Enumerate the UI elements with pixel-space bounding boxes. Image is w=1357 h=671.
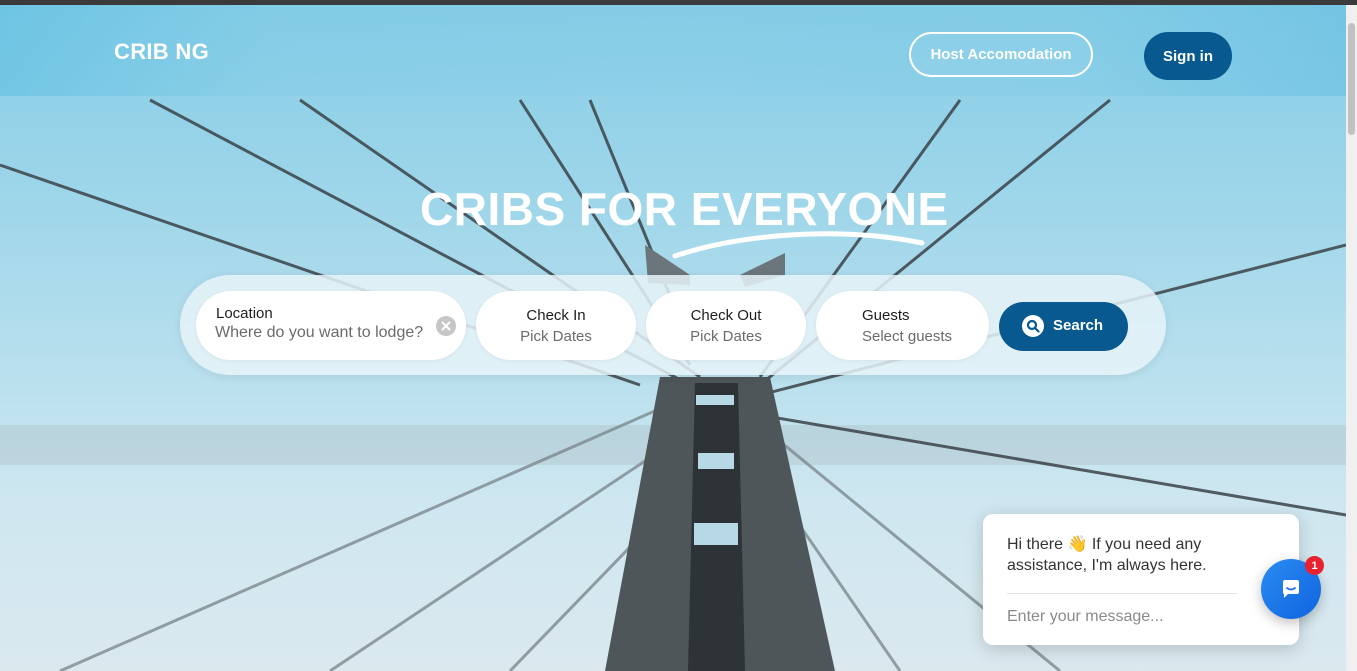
search-button[interactable]: Search [999, 302, 1128, 351]
navbar: CRIB NG Host Accomodation Sign in [0, 5, 1346, 96]
location-label: Location [216, 305, 273, 322]
check-in-value: Pick Dates [520, 328, 592, 345]
brand-logo[interactable]: CRIB NG [114, 39, 209, 65]
close-circle-icon[interactable] [436, 316, 456, 336]
search-button-label: Search [1053, 317, 1104, 334]
page-scrollbar[interactable] [1346, 5, 1357, 671]
location-input[interactable] [215, 324, 430, 342]
sign-in-button[interactable]: Sign in [1144, 32, 1232, 80]
check-out-field[interactable]: Check Out Pick Dates [646, 291, 806, 360]
chat-popup: Hi there 👋 If you need any assistance, I… [983, 514, 1299, 645]
guests-field[interactable]: Guests Select guests [816, 291, 989, 360]
host-accommodation-button[interactable]: Host Accomodation [909, 32, 1093, 77]
guests-value: Select guests [862, 328, 953, 345]
unread-badge: 1 [1305, 556, 1324, 575]
check-in-field[interactable]: Check In Pick Dates [476, 291, 636, 360]
chat-bubble-icon [1283, 580, 1299, 598]
location-field[interactable]: Location [196, 291, 466, 360]
check-in-label: Check In [526, 307, 586, 324]
chat-greeting: Hi there 👋 If you need any assistance, I… [1007, 536, 1207, 574]
chat-message-input[interactable] [1007, 608, 1237, 626]
search-icon [1022, 315, 1044, 337]
chat-divider [1007, 593, 1237, 594]
guests-label: Guests [862, 307, 910, 324]
check-out-value: Pick Dates [690, 328, 762, 345]
scrollbar-thumb[interactable] [1348, 23, 1355, 135]
check-out-label: Check Out [690, 307, 762, 324]
title-underline-swoosh [672, 231, 925, 259]
